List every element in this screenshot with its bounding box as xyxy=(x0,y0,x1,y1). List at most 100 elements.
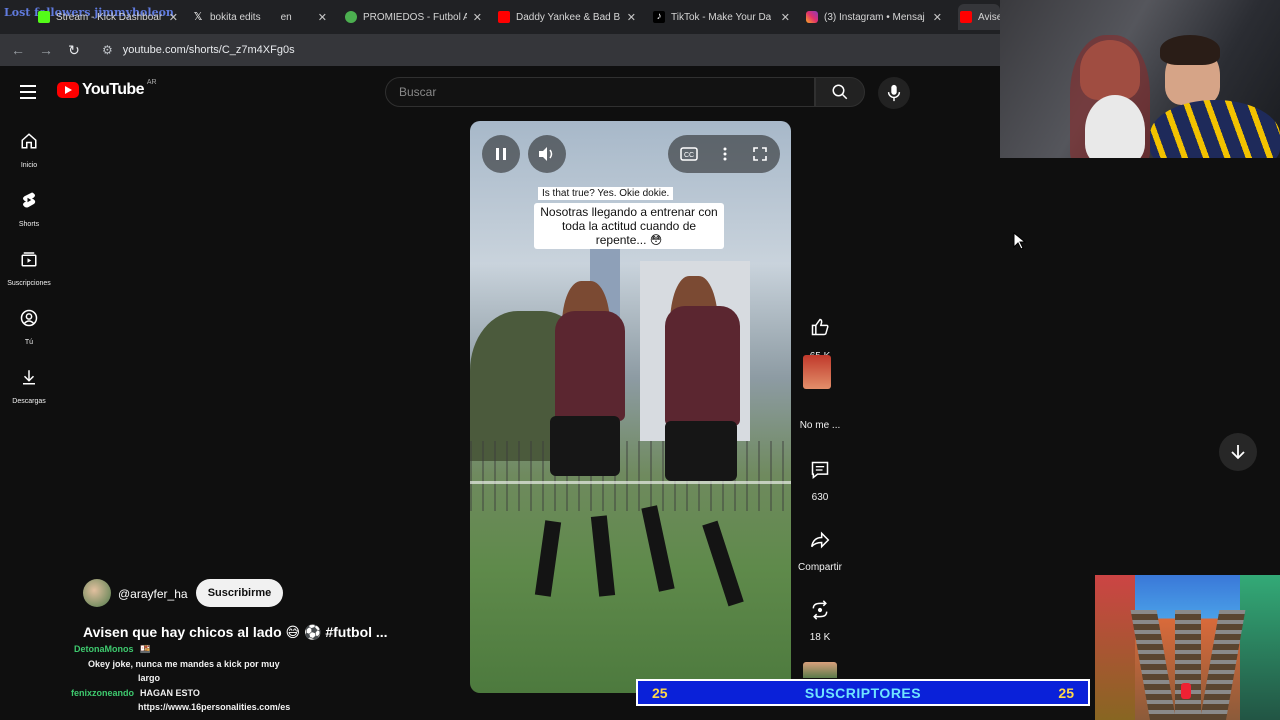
tiktok-icon: ♪ xyxy=(653,11,665,23)
forward-arrow-icon[interactable]: → xyxy=(32,42,60,58)
search-box xyxy=(385,77,815,107)
video-title[interactable]: Avisen que hay chicos al lado 😅 ⚽ #futbo… xyxy=(83,624,388,641)
close-tab-icon[interactable]: ✕ xyxy=(775,11,790,24)
subscribe-button[interactable]: Suscribirme xyxy=(196,579,283,607)
browser-address-bar: ← → ↻ ⚙ youtube.com/shorts/C_z7m4XFg0s xyxy=(0,34,1000,66)
remix-action[interactable]: 18 K xyxy=(795,590,845,643)
sidebar-item-label: Shorts xyxy=(18,221,40,228)
sidebar-item-label: Descargas xyxy=(12,398,46,405)
share-icon xyxy=(810,531,830,549)
game-train-left xyxy=(1095,575,1135,720)
chat-message: Okey joke, nunca me mandes a kick por mu… xyxy=(88,659,280,669)
chat-message: largo xyxy=(138,673,160,683)
download-icon xyxy=(23,370,35,385)
sidebar-item-label: Tú xyxy=(24,339,34,346)
sidebar-item-label: Inicio xyxy=(20,162,38,169)
audio-thumbnail[interactable] xyxy=(803,662,837,678)
field-line xyxy=(470,481,791,484)
channel-avatar[interactable] xyxy=(83,579,111,607)
sidebar-item-shorts[interactable]: Shorts xyxy=(0,191,58,231)
search-button[interactable] xyxy=(815,77,865,107)
tab-daddy-yankee[interactable]: Daddy Yankee & Bad B ✕ xyxy=(498,4,636,30)
player-jersey xyxy=(665,306,740,426)
close-tab-icon[interactable]: ✕ xyxy=(312,11,327,24)
player-controls-group: CC xyxy=(668,135,780,173)
chat-text: largo xyxy=(138,673,161,683)
search-input[interactable] xyxy=(386,78,814,106)
comment-count: 630 xyxy=(811,492,829,503)
voice-search-button[interactable] xyxy=(878,77,910,109)
tab-promiedos[interactable]: PROMIEDOS - Futbol A ✕ xyxy=(345,4,482,30)
youtube-play-icon xyxy=(57,82,79,98)
close-tab-icon[interactable]: ✕ xyxy=(163,11,178,24)
caption-audio: Is that true? Yes. Okie dokie. xyxy=(538,187,674,200)
home-icon xyxy=(21,133,37,149)
search-icon xyxy=(832,84,848,100)
tab-title: Daddy Yankee & Bad B xyxy=(516,11,621,23)
share-action[interactable]: Compartir xyxy=(795,520,845,573)
tab-active-youtube[interactable]: Avise xyxy=(958,4,1000,30)
tab-kick-dashboard[interactable]: Stream - Kick Dashboar ✕ xyxy=(38,4,178,30)
close-tab-icon[interactable]: ✕ xyxy=(621,11,636,24)
youtube-logo[interactable]: YouTube AR xyxy=(57,79,157,99)
tab-title: bokita edits xyxy=(210,11,261,23)
comments-action[interactable]: 630 xyxy=(795,450,845,503)
youtube-tab-icon xyxy=(960,11,972,23)
url-field[interactable]: ⚙ youtube.com/shorts/C_z7m4XFg0s xyxy=(102,43,295,57)
player-sock xyxy=(590,515,616,597)
like-action[interactable]: 65 K xyxy=(795,307,845,362)
reload-icon[interactable]: ↻ xyxy=(60,42,88,59)
sidebar-item-tu[interactable]: Tú xyxy=(0,309,58,349)
sidebar-item-inicio[interactable]: Inicio xyxy=(0,132,58,172)
tab-tiktok[interactable]: ♪ TikTok - Make Your Da ✕ xyxy=(653,4,790,30)
browser-tab-bar: Lost followers jimmyholeon Stream - Kick… xyxy=(0,0,1000,34)
dislike-action[interactable]: No me ... xyxy=(795,398,845,431)
tab-title: TikTok - Make Your Da xyxy=(671,11,772,23)
volume-button[interactable] xyxy=(528,135,566,173)
game-runner xyxy=(1181,683,1191,699)
youtube-wordmark: YouTube xyxy=(82,81,144,98)
goal-label: SUSCRIPTORES xyxy=(804,684,922,701)
share-button[interactable] xyxy=(800,520,840,560)
tab-bokita-edits[interactable]: 𝕏 bokita edits en ✕ xyxy=(192,4,327,30)
tab-title: Stream - Kick Dashboar xyxy=(56,11,163,23)
remix-icon xyxy=(812,600,828,620)
subscriptions-icon xyxy=(21,252,37,267)
chat-emote-overlay xyxy=(803,355,831,389)
sidebar-item-descargas[interactable]: Descargas xyxy=(0,368,58,408)
close-tab-icon[interactable]: ✕ xyxy=(467,11,482,24)
player-sock xyxy=(702,520,744,607)
comments-button[interactable] xyxy=(800,450,840,490)
menu-icon[interactable] xyxy=(20,85,36,103)
streamer-jacket-right xyxy=(1150,100,1280,158)
more-options-icon[interactable] xyxy=(723,147,727,161)
promiedos-icon xyxy=(345,11,357,23)
close-tab-icon[interactable]: ✕ xyxy=(927,11,942,24)
site-settings-icon[interactable]: ⚙ xyxy=(102,43,113,57)
captions-icon[interactable]: CC xyxy=(680,147,699,161)
pause-button[interactable] xyxy=(482,135,520,173)
game-rail xyxy=(1175,610,1201,720)
url-text: youtube.com/shorts/C_z7m4XFg0s xyxy=(122,44,295,56)
game-rail xyxy=(1200,610,1246,720)
like-button[interactable] xyxy=(800,307,840,347)
tab-instagram[interactable]: (3) Instagram • Mensaj ✕ xyxy=(806,4,942,30)
streamer-hair-right xyxy=(1160,35,1220,65)
remix-button[interactable] xyxy=(800,590,840,630)
goal-target: 25 xyxy=(1058,684,1074,701)
sidebar-item-suscripciones[interactable]: Suscripciones xyxy=(0,250,58,290)
channel-name[interactable]: @arayfer_ha xyxy=(118,587,188,601)
subway-game-overlay xyxy=(1095,575,1280,720)
player-sock xyxy=(534,520,562,597)
short-video-player[interactable]: CC Is that true? Yes. Okie dokie. Nosotr… xyxy=(470,121,791,693)
player-shorts xyxy=(550,416,620,476)
chat-message: fenixzoneando HAGAN ESTO xyxy=(71,688,200,698)
field-fence xyxy=(470,441,791,511)
tab-title-fragment: en xyxy=(280,11,292,23)
chat-message: https://www.16personalities.com/es xyxy=(138,702,290,712)
chat-username: fenixzoneando xyxy=(71,688,135,698)
back-arrow-icon[interactable]: ← xyxy=(4,42,32,58)
user-icon xyxy=(20,309,38,327)
next-short-button[interactable] xyxy=(1219,433,1257,471)
fullscreen-icon[interactable] xyxy=(752,146,768,162)
